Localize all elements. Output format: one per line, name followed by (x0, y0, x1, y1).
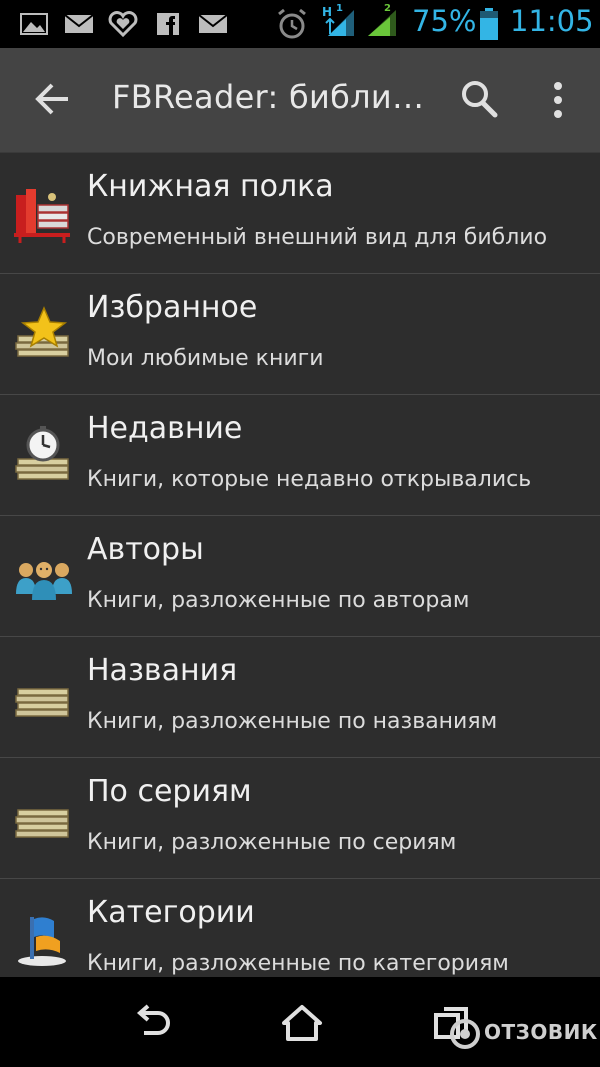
gallery-notification-icon (20, 13, 48, 35)
otzovik-logo-icon (450, 1019, 480, 1049)
list-item-bookshelf[interactable]: Книжная полка Современный внешний вид дл… (0, 153, 600, 274)
titles-books-icon (15, 688, 69, 717)
status-bar: H 1 2 75% 11:05 (0, 0, 600, 48)
battery-percent: 75% (412, 4, 477, 38)
nav-back-icon[interactable] (130, 1003, 174, 1043)
signal-sim1-icon (325, 10, 354, 36)
watermark-text: ОТЗОВИК (484, 1020, 598, 1044)
item-title: Избранное (87, 290, 258, 325)
item-subtitle: Книги, разложенные по названиям (87, 709, 498, 734)
item-title: Авторы (87, 532, 204, 567)
search-icon[interactable] (459, 78, 499, 120)
item-subtitle: Книги, разложенные по авторам (87, 588, 470, 613)
categories-flag-icon (18, 917, 66, 966)
facebook-notification-icon (157, 13, 179, 35)
list-item-series[interactable]: По сериям Книги, разложенные по сериям (0, 758, 600, 879)
arrow-left-icon[interactable] (34, 80, 72, 118)
list-item-favorites[interactable]: Избранное Мои любимые книги (0, 274, 600, 395)
mail-notification-icon-2 (198, 14, 228, 33)
overflow-menu-icon[interactable] (548, 80, 568, 120)
item-subtitle: Книги, которые недавно открывались (87, 467, 532, 492)
mail-notification-icon (64, 14, 94, 33)
list-item-authors[interactable]: Авторы Книги, разложенные по авторам (0, 516, 600, 637)
clock: 11:05 (510, 4, 594, 38)
item-subtitle: Современный внешний вид для библио (87, 225, 548, 250)
list-item-recent[interactable]: Недавние Книги, которые недавно открывал… (0, 395, 600, 516)
action-bar: FBReader: библи… (0, 48, 600, 153)
recent-clock-icon (15, 426, 69, 480)
alarm-icon (278, 8, 306, 39)
signal-sim2-icon (368, 10, 396, 36)
item-subtitle: Книги, разложенные по сериям (87, 830, 457, 855)
list-item-categories[interactable]: Категории Книги, разложенные по категори… (0, 879, 600, 977)
item-title: Категории (87, 895, 255, 930)
nav-home-icon[interactable] (280, 1003, 324, 1043)
battery-icon (480, 8, 498, 40)
authors-people-icon (16, 562, 72, 600)
item-subtitle: Мои любимые книги (87, 346, 324, 371)
item-subtitle: Книги, разложенные по категориям (87, 951, 509, 976)
library-list: Книжная полка Современный внешний вид дл… (0, 153, 600, 977)
favorites-star-icon (15, 306, 69, 357)
item-title: Названия (87, 653, 238, 688)
app-title: FBReader: библи… (112, 78, 425, 116)
item-title: По сериям (87, 774, 252, 809)
heart-notification-icon (108, 11, 138, 37)
series-books-icon (15, 809, 69, 838)
bookshelf-icon (14, 189, 70, 243)
item-title: Книжная полка (87, 169, 334, 204)
list-item-titles[interactable]: Названия Книги, разложенные по названиям (0, 637, 600, 758)
item-title: Недавние (87, 411, 243, 446)
